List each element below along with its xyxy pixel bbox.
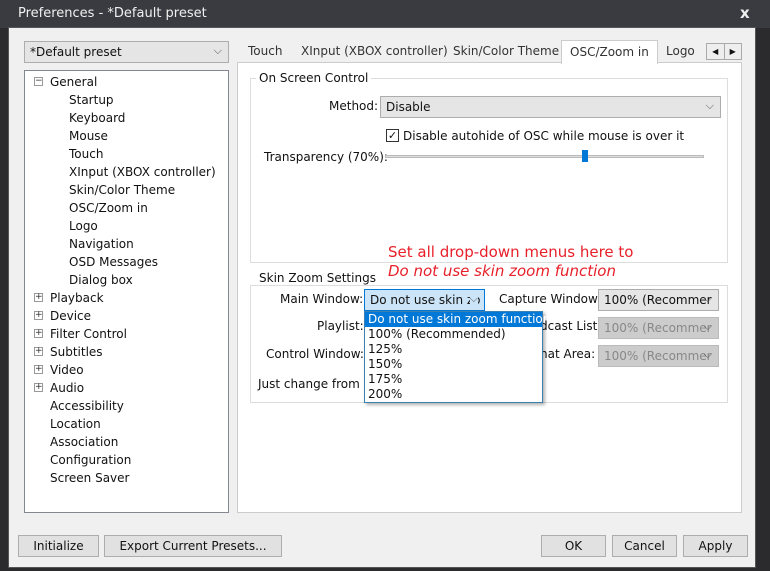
tree-item[interactable]: Screen Saver (50, 469, 129, 487)
window-title: Preferences - *Default preset (18, 6, 207, 21)
tree-item[interactable]: OSC/Zoom in (69, 199, 148, 217)
category-tree[interactable]: − General Startup Keyboard Mouse Touch XInput … (24, 70, 229, 513)
osc-group-label: On Screen Control (256, 71, 372, 85)
zoom-option[interactable]: 100% (Recommended) (365, 327, 542, 342)
tree-item[interactable]: XInput (XBOX controller) (69, 163, 216, 181)
expand-icon[interactable]: + (34, 383, 43, 392)
tree-item[interactable]: Dialog box (69, 271, 133, 289)
zoom-option[interactable]: 150% (365, 357, 542, 372)
expand-icon[interactable]: + (34, 311, 43, 320)
tab-scroll: ◀ ▶ (706, 43, 742, 60)
main-window-dropdown[interactable]: Do not use skin zo ⌵ (364, 289, 485, 311)
tree-item[interactable]: Startup (69, 91, 114, 109)
tree-item[interactable]: Filter Control (50, 325, 127, 343)
method-value: Disable (386, 100, 431, 114)
main-window-value: Do not use skin zo (370, 293, 481, 307)
initialize-button[interactable]: Initialize (18, 535, 99, 557)
autohide-label: Disable autohide of OSC while mouse is o… (403, 129, 685, 143)
expand-icon[interactable]: + (34, 329, 43, 338)
chevron-down-icon: ⌵ (213, 44, 222, 57)
tree-item[interactable]: OSD Messages (69, 253, 158, 271)
expand-icon[interactable]: + (34, 365, 43, 374)
method-dropdown[interactable]: Disable ⌵ (380, 96, 721, 118)
tree-item[interactable]: Accessibility (50, 397, 124, 415)
tree-item[interactable]: Mouse (69, 127, 108, 145)
preset-value: *Default preset (30, 45, 122, 59)
tab-item[interactable]: XInput (XBOX controller) (293, 40, 456, 62)
transparency-slider[interactable] (385, 155, 704, 158)
collapse-icon[interactable]: − (34, 77, 43, 86)
tab-scroll-left-icon[interactable]: ◀ (707, 44, 725, 59)
zoom-option[interactable]: 125% (365, 342, 542, 357)
tree-item[interactable]: Skin/Color Theme (69, 181, 175, 199)
annotation-line1: Set all drop-down menus here to (388, 243, 634, 261)
tree-item[interactable]: Subtitles (50, 343, 103, 361)
transparency-label: Transparency (70%): (264, 150, 388, 164)
control-window-label: Control Window: (266, 347, 364, 361)
ok-button[interactable]: OK (541, 535, 606, 557)
transparency-slider-thumb[interactable] (581, 150, 588, 162)
annotation-line2: Do not use skin zoom function (388, 262, 616, 280)
export-presets-button[interactable]: Export Current Presets... (104, 535, 282, 557)
tab-item[interactable]: Logo (658, 40, 703, 62)
chevron-down-icon: ⌵ (705, 99, 714, 112)
apply-button[interactable]: Apply (683, 535, 748, 557)
tree-item[interactable]: General (50, 73, 97, 91)
zoom-option[interactable]: 200% (365, 387, 542, 402)
chat-area-value: 100% (Recommer (604, 349, 712, 363)
expand-icon[interactable]: + (34, 347, 43, 356)
expand-icon[interactable]: + (34, 293, 43, 302)
preset-dropdown[interactable]: *Default preset ⌵ (24, 41, 229, 63)
tree-item[interactable]: Device (50, 307, 91, 325)
tree-item[interactable]: Video (50, 361, 84, 379)
main-window-label: Main Window: (280, 292, 364, 306)
chat-area-dropdown[interactable]: 100% (Recommer ⌵ (598, 345, 719, 367)
tree-item[interactable]: Location (50, 415, 101, 433)
method-label: Method: (329, 99, 379, 113)
autohide-checkbox[interactable]: ✓ (386, 129, 399, 142)
capture-window-value: 100% (Recommer (604, 293, 712, 307)
broadcast-list-dropdown[interactable]: 100% (Recommer ⌵ (598, 317, 719, 339)
tree-item[interactable]: Logo (69, 217, 98, 235)
zoom-note: Just change from "d (258, 377, 377, 391)
broadcast-list-value: 100% (Recommer (604, 321, 712, 335)
capture-window-label: Capture Window: (499, 292, 602, 306)
tree-item[interactable]: Audio (50, 379, 84, 397)
tab-scroll-right-icon[interactable]: ▶ (725, 44, 742, 59)
zoom-option[interactable]: 175% (365, 372, 542, 387)
title-bar: Preferences - *Default preset x (0, 0, 770, 28)
cancel-button[interactable]: Cancel (612, 535, 677, 557)
chat-area-label: hat Area: (540, 347, 596, 361)
tree-item[interactable]: Keyboard (69, 109, 125, 127)
playlist-label: Playlist: (317, 319, 364, 333)
tab-item[interactable]: OSC/Zoom in (561, 40, 658, 64)
skin-zoom-group-label: Skin Zoom Settings (256, 271, 379, 285)
tree-item[interactable]: Touch (69, 145, 103, 163)
chevron-down-icon: ⌵ (703, 348, 712, 361)
tree-item[interactable]: Configuration (50, 451, 131, 469)
tab-item[interactable]: Skin/Color Theme (445, 40, 567, 62)
tab-item[interactable]: Touch (240, 40, 290, 62)
close-button[interactable]: x (740, 4, 750, 22)
tree-item[interactable]: Playback (50, 289, 104, 307)
tree-item[interactable]: Navigation (69, 235, 134, 253)
zoom-option[interactable]: Do not use skin zoom function (365, 312, 550, 327)
zoom-dropdown-list[interactable]: Do not use skin zoom function 100% (Recom… (364, 311, 550, 403)
chevron-down-icon: ⌵ (469, 292, 478, 306)
chevron-down-icon: ⌵ (703, 292, 712, 305)
chevron-down-icon: ⌵ (703, 320, 712, 333)
tree-item[interactable]: Association (50, 433, 118, 451)
capture-window-dropdown[interactable]: 100% (Recommer ⌵ (598, 289, 719, 311)
